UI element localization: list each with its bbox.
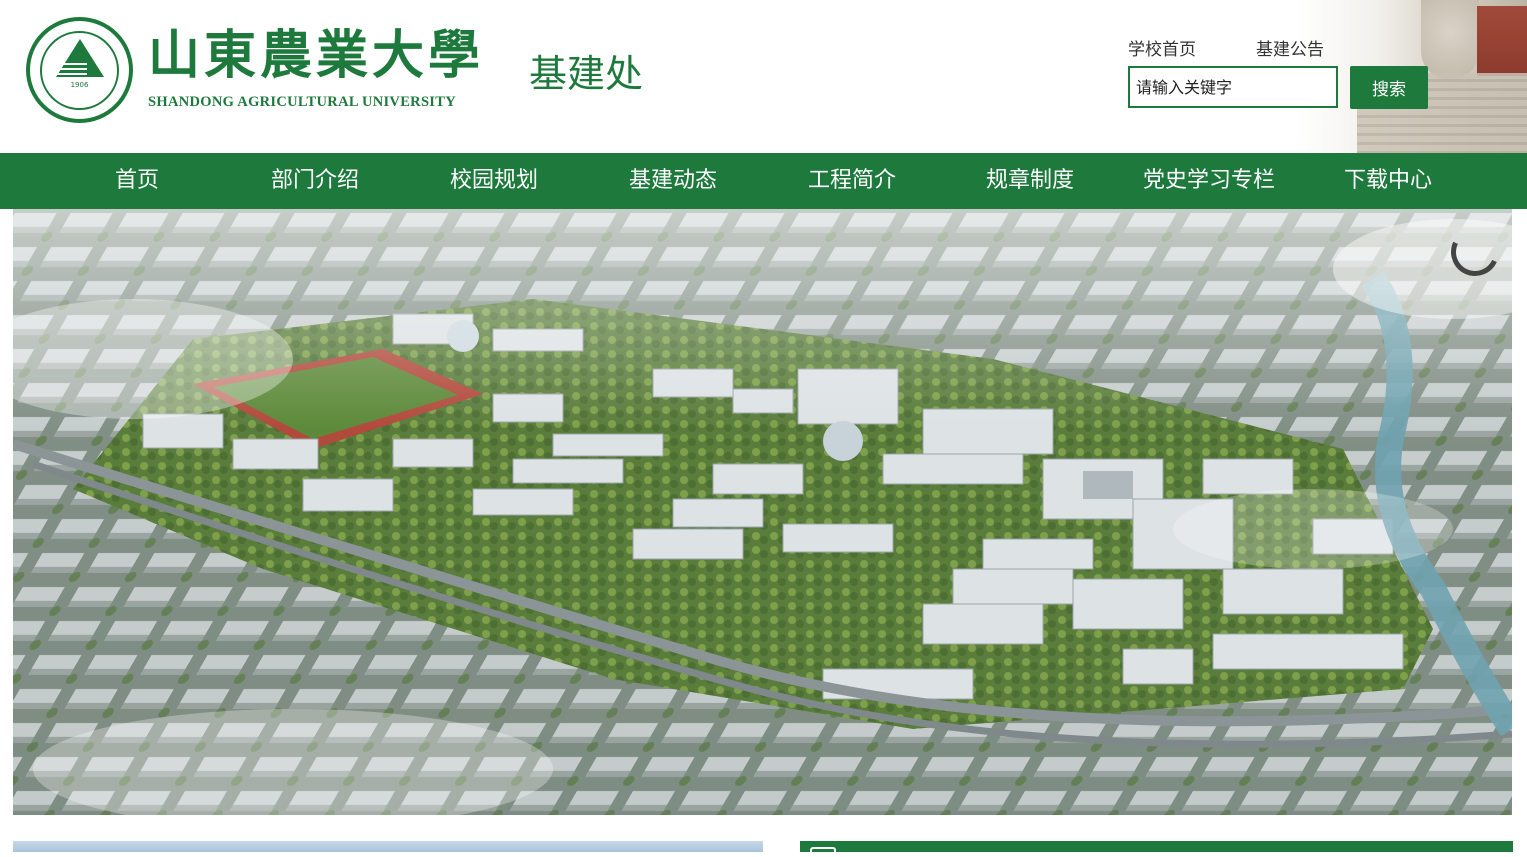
announcements-link[interactable]: 基建公告 (1256, 39, 1324, 61)
news-section-header-strip (800, 841, 1513, 857)
nav-item-regulations[interactable]: 规章制度 (986, 153, 1074, 209)
main-nav: 首页 部门介绍 校园规划 基建动态 工程简介 规章制度 党史学习专栏 下载中心 (0, 153, 1527, 209)
nav-item-about[interactable]: 部门介绍 (271, 153, 359, 209)
nav-item-projects[interactable]: 工程简介 (808, 153, 896, 209)
search-input[interactable] (1128, 66, 1338, 108)
campus-aerial-rendering (13, 209, 1512, 815)
nav-item-campus-planning[interactable]: 校园规划 (450, 153, 538, 209)
logo-year: 1906 (70, 81, 89, 89)
university-name-cn[interactable]: 山東農業大學 (148, 26, 484, 86)
nav-item-party-history[interactable]: 党史学习专栏 (1143, 153, 1275, 209)
search-button[interactable]: 搜索 (1350, 66, 1428, 109)
site-header: 1906 山東農業大學 SHANDONG AGRICULTURAL UNIVER… (0, 0, 1527, 153)
news-photo-strip[interactable] (13, 841, 763, 852)
nav-item-downloads[interactable]: 下载中心 (1344, 153, 1432, 209)
nav-item-construction-news[interactable]: 基建动态 (629, 153, 717, 209)
school-home-link[interactable]: 学校首页 (1128, 39, 1196, 61)
university-logo[interactable]: 1906 (26, 17, 133, 123)
section-icon (810, 847, 836, 857)
nav-item-home[interactable]: 首页 (115, 153, 159, 209)
university-name-en[interactable]: SHANDONG AGRICULTURAL UNIVERSITY (148, 94, 456, 111)
hero-banner-image[interactable] (13, 209, 1512, 815)
department-title: 基建处 (529, 52, 644, 96)
